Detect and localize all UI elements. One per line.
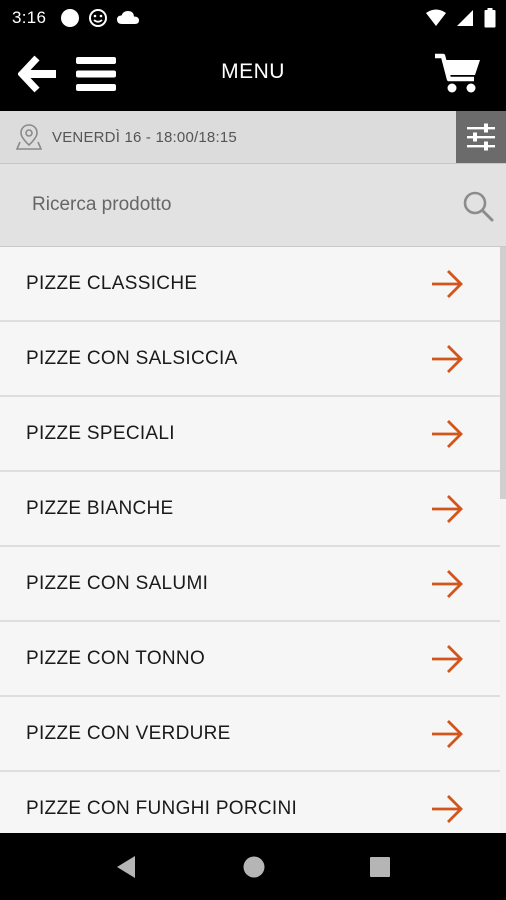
location-pin-icon	[16, 124, 42, 150]
status-time: 3:16	[12, 8, 47, 27]
status-notification-icons	[60, 8, 140, 28]
category-item[interactable]: PIZZE CON SALUMI	[0, 547, 500, 622]
sliders-icon	[467, 123, 495, 151]
status-system-icons	[426, 0, 496, 36]
search-bar	[0, 164, 506, 247]
battery-icon	[484, 8, 496, 28]
category-label: PIZZE CLASSICHE	[26, 273, 198, 294]
category-item[interactable]: PIZZE SPECIALI	[0, 397, 500, 472]
category-item[interactable]: PIZZE CON VERDURE	[0, 697, 500, 772]
category-item[interactable]: PIZZE CON SALSICCIA	[0, 322, 500, 397]
arrow-right-icon	[432, 270, 463, 298]
category-item[interactable]: PIZZE CLASSICHE	[0, 247, 500, 322]
category-label: PIZZE CON SALUMI	[26, 573, 209, 594]
search-input[interactable]	[20, 184, 464, 226]
arrow-right-icon	[432, 570, 463, 598]
nav-recents-icon	[370, 857, 390, 877]
nav-home-button[interactable]	[240, 853, 268, 881]
category-item[interactable]: PIZZE BIANCHE	[0, 472, 500, 547]
cloud-icon	[117, 11, 140, 24]
arrow-right-icon	[432, 420, 463, 448]
category-label: PIZZE CON SALSICCIA	[26, 348, 238, 369]
delivery-slot-selector[interactable]: VENERDÌ 16 - 18:00/18:15	[0, 111, 456, 163]
nav-back-button[interactable]	[112, 853, 140, 881]
delivery-slot-bar: VENERDÌ 16 - 18:00/18:15	[0, 111, 506, 164]
arrow-right-icon	[432, 345, 463, 373]
app-screen: 3:16 MENU VENERDÌ 16 - 18:00/18:15 Ricer…	[0, 0, 506, 900]
cellular-icon	[457, 10, 473, 26]
category-label: PIZZE CON TONNO	[26, 648, 206, 669]
arrow-right-icon	[432, 645, 463, 673]
category-label: PIZZE CON VERDURE	[26, 723, 231, 744]
category-list: PIZZE CLASSICHE PIZZE CON SALSICCIA PIZZE …	[0, 247, 500, 833]
category-item[interactable]: PIZZE CON FUNGHI PORCINI	[0, 772, 500, 833]
arrow-right-icon	[432, 495, 463, 523]
cart-button[interactable]	[434, 52, 482, 94]
filter-button[interactable]	[456, 111, 506, 163]
cart-icon	[435, 53, 480, 93]
scrollbar-thumb[interactable]	[500, 247, 506, 499]
nav-recents-button[interactable]	[366, 853, 394, 881]
wifi-icon	[426, 9, 446, 26]
smiley-icon	[89, 9, 108, 27]
category-label: PIZZE CON FUNGHI PORCINI	[26, 798, 298, 819]
category-label: PIZZE SPECIALI	[26, 423, 175, 444]
arrow-right-icon	[432, 795, 463, 823]
nav-back-icon	[117, 856, 135, 878]
page-title: MENU	[221, 60, 285, 83]
category-label: PIZZE BIANCHE	[26, 498, 174, 519]
app-header: MENU	[0, 36, 506, 111]
delivery-slot-text: VENERDÌ 16 - 18:00/18:15	[52, 128, 237, 146]
category-item[interactable]: PIZZE CON TONNO	[0, 622, 500, 697]
arrow-right-icon	[432, 720, 463, 748]
circle-icon	[61, 9, 80, 27]
status-bar: 3:16	[0, 0, 506, 36]
nav-home-icon	[243, 856, 265, 878]
search-icon[interactable]	[462, 190, 494, 222]
system-nav-bar	[0, 833, 506, 900]
